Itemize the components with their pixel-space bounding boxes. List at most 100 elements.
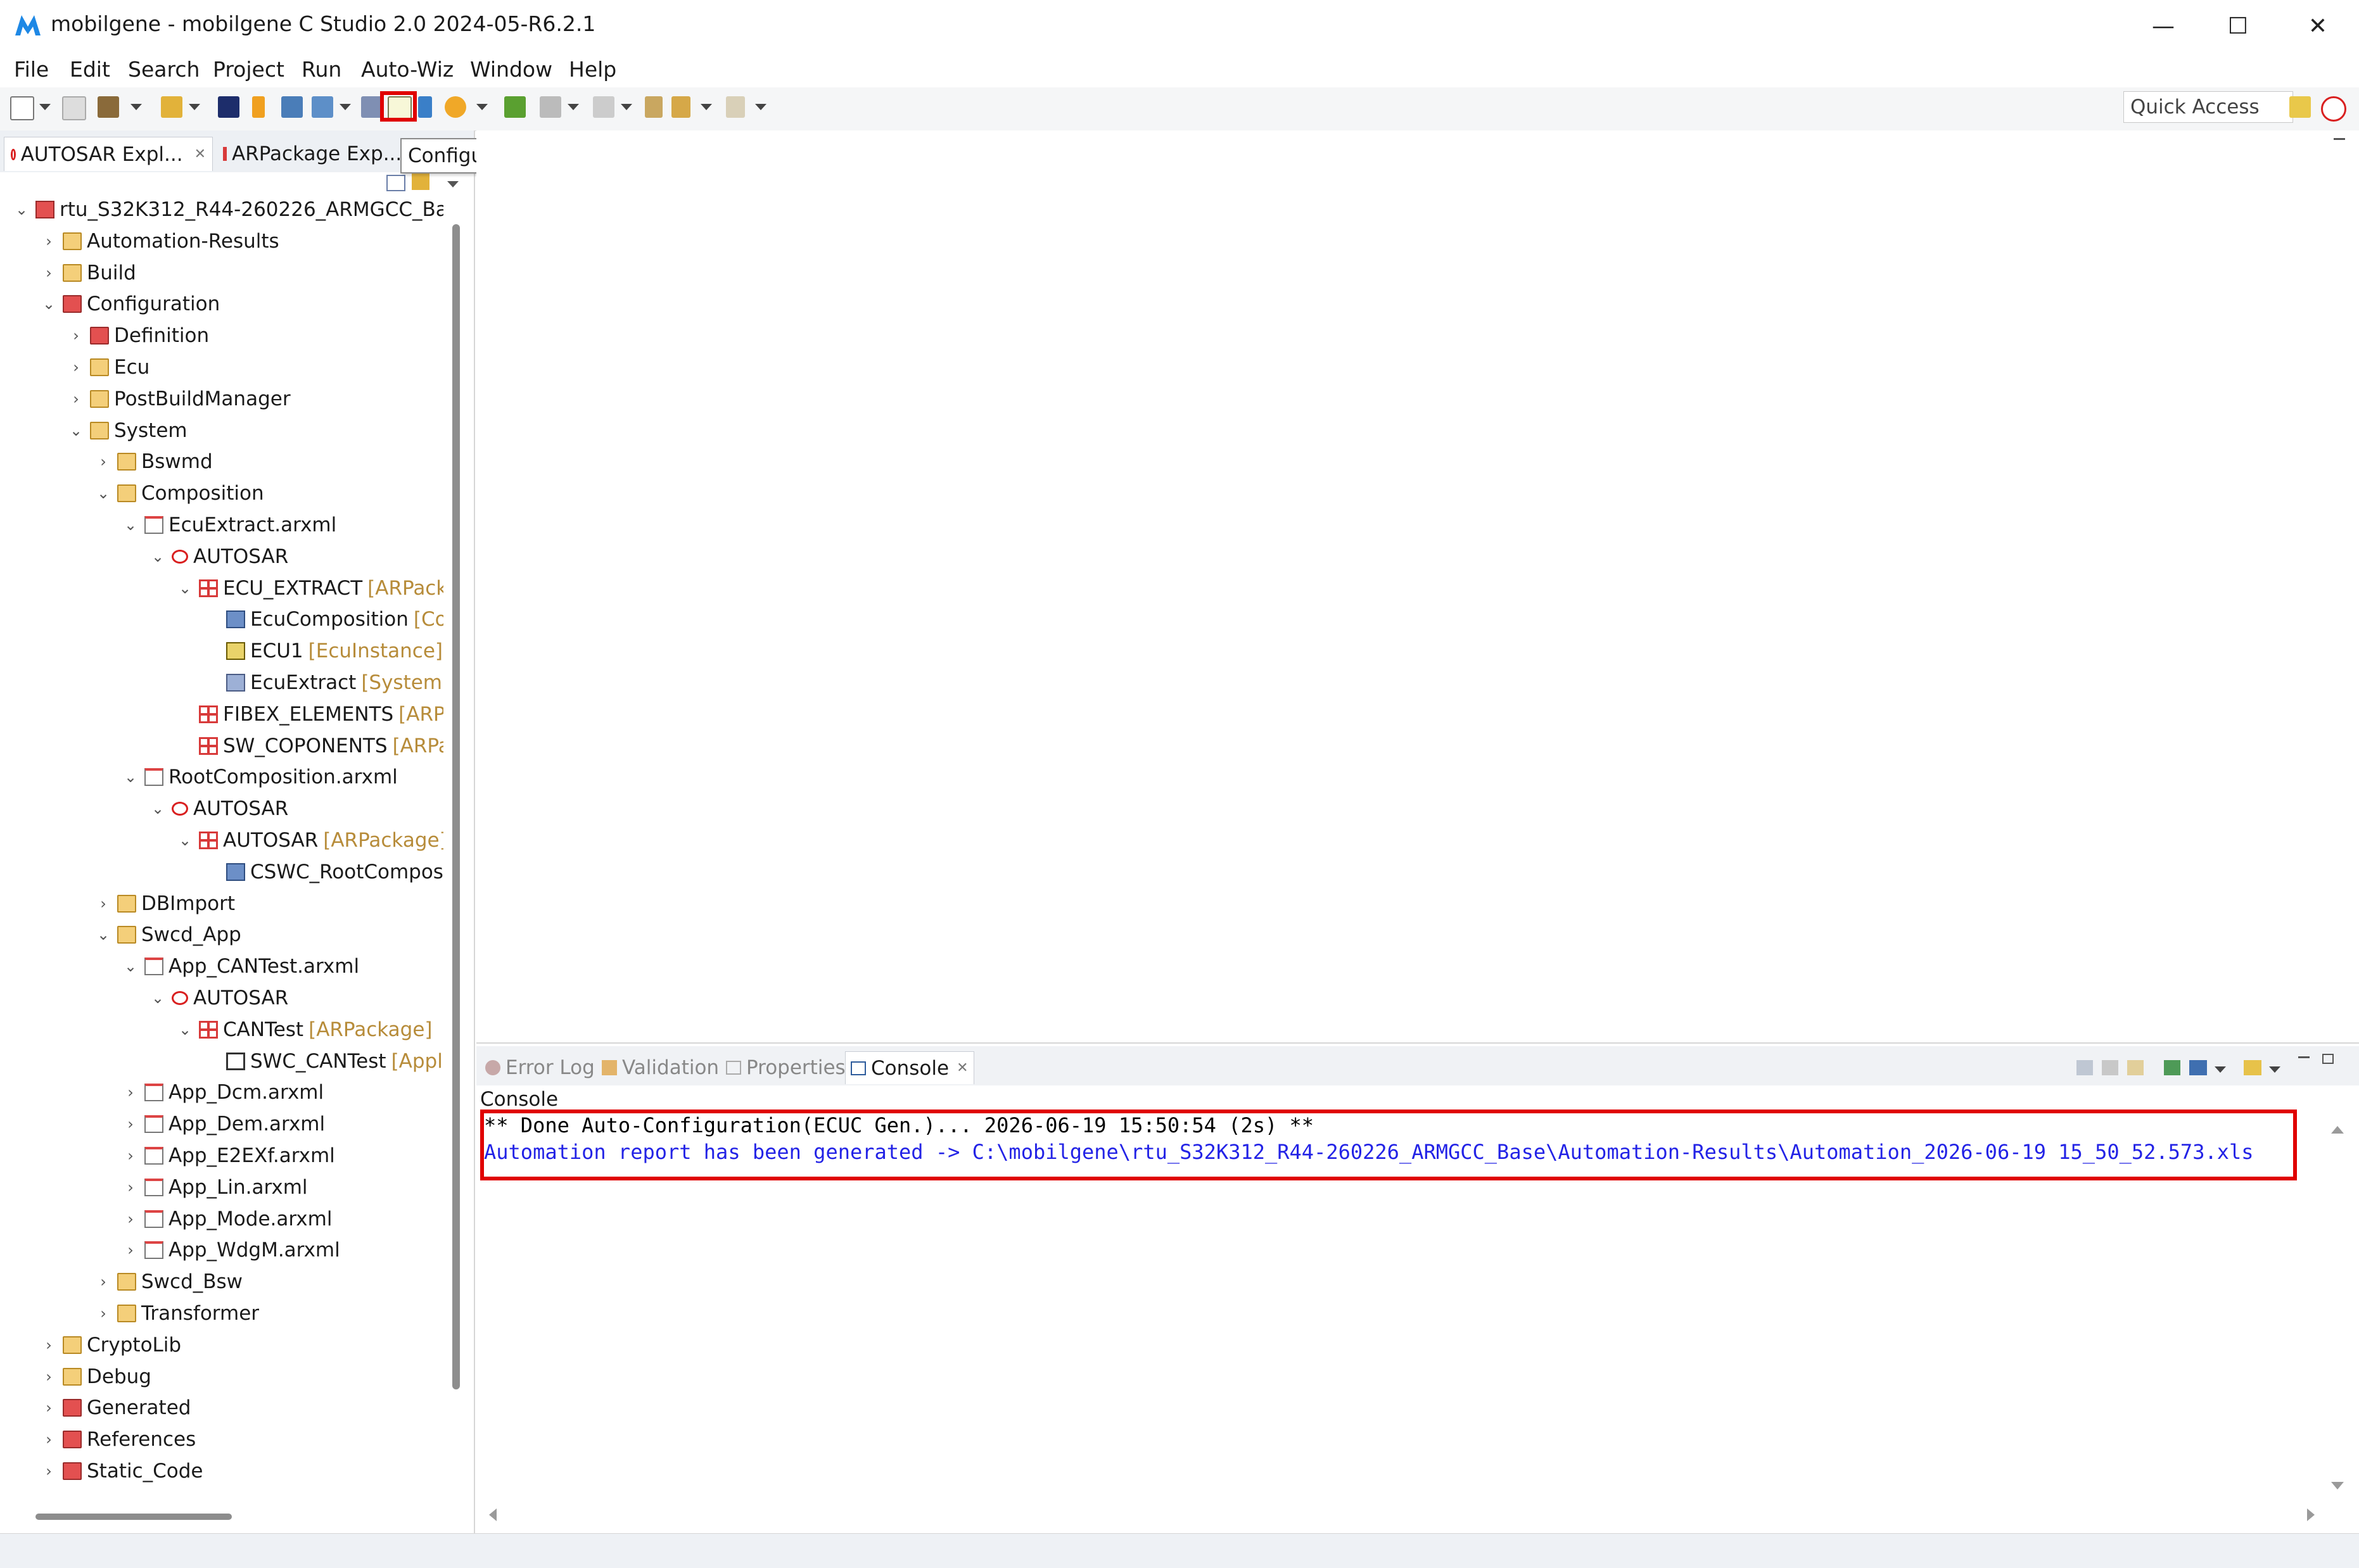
menu-run[interactable]: Run — [302, 57, 341, 82]
chevron-right-icon[interactable]: › — [67, 358, 85, 376]
tree-vertical-scrollbar[interactable] — [452, 224, 460, 1389]
chevron-right-icon[interactable]: › — [40, 264, 58, 282]
tree-item[interactable]: SWC_CANTest [Appli — [203, 1046, 443, 1077]
tree-item[interactable]: ⌄ AUTOSAR [ARPackage] — [176, 825, 443, 856]
close-tab-icon[interactable]: ✕ — [194, 146, 206, 162]
pin-console-icon[interactable] — [2164, 1060, 2180, 1075]
chevron-right-icon[interactable]: › — [94, 895, 112, 913]
tree-item[interactable]: › App_Mode.arxml — [122, 1203, 332, 1235]
tree-item[interactable]: › Static_Code — [40, 1455, 203, 1487]
chevron-right-icon[interactable]: › — [94, 1305, 112, 1322]
tree-item[interactable]: › CryptoLib — [40, 1329, 181, 1361]
back-icon[interactable] — [671, 96, 690, 118]
tab-error-log[interactable]: Error Log — [480, 1051, 600, 1084]
new-icon[interactable] — [10, 96, 34, 120]
tree-item[interactable]: › Automation-Results — [40, 225, 279, 257]
chevron-down-icon[interactable]: ⌄ — [122, 768, 139, 786]
chevron-right-icon[interactable]: › — [94, 453, 112, 471]
chevron-right-icon[interactable]: › — [40, 1399, 58, 1417]
console-horizontal-scrollbar[interactable] — [488, 1506, 2318, 1522]
chevron-right-icon[interactable]: › — [40, 1336, 58, 1354]
generate-icon[interactable] — [312, 96, 333, 118]
tree-item[interactable]: › App_Dcm.arxml — [122, 1077, 324, 1108]
tree-item[interactable]: › Swcd_Bsw — [94, 1266, 243, 1298]
open-console-icon[interactable] — [2244, 1060, 2261, 1075]
minimize-button[interactable]: — — [2123, 0, 2203, 52]
menu-edit[interactable]: Edit — [70, 57, 110, 82]
chevron-down-icon[interactable]: ⌄ — [13, 201, 30, 218]
tab-autosar-explorer[interactable]: AUTOSAR Expl... ✕ — [4, 137, 213, 171]
scroll-down-icon[interactable] — [2331, 1482, 2344, 1489]
chevron-down-icon[interactable]: ⌄ — [149, 800, 167, 818]
scroll-right-icon[interactable] — [2307, 1508, 2315, 1521]
scroll-left-icon[interactable] — [489, 1508, 497, 1521]
chevron-down-icon[interactable]: ⌄ — [94, 484, 112, 502]
tree-item[interactable]: ⌄ Configuration — [40, 288, 220, 320]
tree-item[interactable]: › App_E2EXf.arxml — [122, 1140, 335, 1172]
console-vertical-scrollbar[interactable] — [2327, 1121, 2346, 1495]
tree-item[interactable]: › PostBuildManager — [67, 383, 290, 415]
tree-item[interactable]: ECU1 [EcuInstance] — [203, 635, 443, 667]
tree-item[interactable]: ⌄ App_CANTest.arxml — [122, 951, 359, 982]
wizard-icon[interactable] — [161, 96, 182, 118]
chevron-right-icon[interactable]: › — [40, 1431, 58, 1448]
tree-item[interactable]: › Bswmd — [94, 446, 212, 477]
menu-window[interactable]: Window — [470, 57, 552, 82]
menu-help[interactable]: Help — [569, 57, 616, 82]
tab-console[interactable]: Console ✕ — [845, 1051, 974, 1084]
menu-auto-wiz[interactable]: Auto-Wiz — [361, 57, 454, 82]
chevron-down-icon[interactable]: ⌄ — [176, 579, 194, 597]
save-icon[interactable] — [62, 96, 86, 120]
chevron-right-icon[interactable]: › — [40, 232, 58, 250]
close-tab-icon[interactable]: ✕ — [957, 1060, 968, 1076]
scroll-lock-icon[interactable] — [2102, 1060, 2118, 1075]
tab-arpackage-explorer[interactable]: ARPackage Exp... — [217, 137, 402, 171]
tree-item[interactable]: EcuComposition[Cor — [203, 604, 443, 635]
chevron-right-icon[interactable]: › — [67, 390, 85, 408]
tree-item[interactable]: › Generated — [40, 1392, 191, 1424]
chevron-right-icon[interactable]: › — [122, 1084, 139, 1101]
tree-item[interactable]: › App_WdgM.arxml — [122, 1234, 340, 1266]
generate-dropdown-icon[interactable] — [340, 104, 351, 110]
tree-item[interactable]: › Debug — [40, 1361, 151, 1393]
menu-file[interactable]: File — [14, 57, 49, 82]
chevron-right-icon[interactable]: › — [122, 1115, 139, 1133]
word-wrap-icon[interactable] — [2127, 1060, 2144, 1075]
open-perspective-icon[interactable] — [2289, 96, 2311, 118]
view-menu-icon[interactable] — [447, 181, 459, 187]
maximize-button[interactable]: ☐ — [2198, 0, 2278, 52]
warning-dropdown-icon[interactable] — [476, 104, 488, 110]
tree-item[interactable]: › App_Lin.arxml — [122, 1172, 307, 1203]
build-dropdown-icon[interactable] — [130, 104, 142, 110]
tree-item[interactable]: › DBImport — [94, 888, 235, 920]
next-annotation-dropdown-icon[interactable] — [568, 104, 579, 110]
terminal-icon[interactable] — [218, 96, 239, 118]
last-edit-icon[interactable] — [645, 96, 663, 118]
prev-annotation-icon[interactable] — [593, 96, 614, 118]
tab-validation[interactable]: Validation — [597, 1051, 724, 1084]
warning-icon[interactable] — [445, 96, 466, 118]
tree-item[interactable]: ⌄ AUTOSAR — [149, 793, 288, 825]
tab-properties[interactable]: Properties — [721, 1051, 851, 1084]
wizard-dropdown-icon[interactable] — [189, 104, 200, 110]
tree-item[interactable]: ⌄ EcuExtract.arxml — [122, 509, 336, 541]
next-annotation-icon[interactable] — [540, 96, 561, 118]
link-icon[interactable] — [504, 96, 526, 118]
chevron-down-icon[interactable]: ⌄ — [149, 548, 167, 566]
chevron-down-icon[interactable]: ⌄ — [94, 926, 112, 944]
tree-item[interactable]: CSWC_RootComposi — [203, 856, 443, 888]
refresh-icon[interactable] — [418, 96, 432, 118]
tree-item[interactable]: ⌄ AUTOSAR — [149, 541, 288, 572]
chevron-right-icon[interactable]: › — [94, 1273, 112, 1291]
link-with-editor-icon[interactable] — [412, 174, 429, 190]
tree-item[interactable]: EcuExtract [System] — [203, 667, 443, 699]
autosar-perspective-icon[interactable] — [2321, 96, 2346, 122]
chevron-right-icon[interactable]: › — [67, 327, 85, 345]
tree-item[interactable]: › Transformer — [94, 1298, 259, 1329]
tree-item[interactable]: ⌄ ECU_EXTRACT[ARPacka — [176, 572, 443, 604]
chevron-right-icon[interactable]: › — [40, 1368, 58, 1386]
minimize-editor-icon[interactable] — [2334, 138, 2345, 140]
tree-item[interactable]: ⌄ rtu_S32K312_R44-260226_ARMGCC_Base — [13, 194, 443, 225]
back-dropdown-icon[interactable] — [701, 104, 712, 110]
tree-horizontal-scrollbar[interactable] — [35, 1514, 232, 1520]
